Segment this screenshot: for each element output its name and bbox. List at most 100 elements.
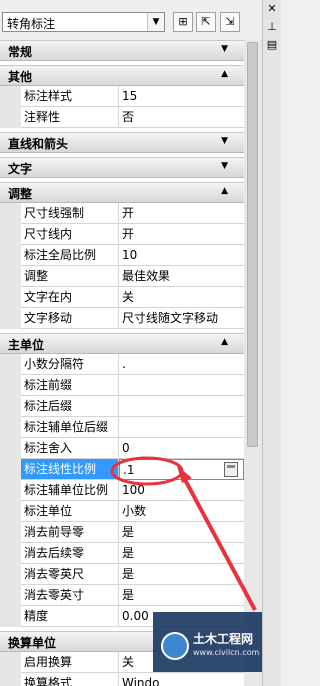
property-value[interactable]: 最佳效果 — [119, 266, 244, 287]
property-value-text: .1 — [123, 463, 135, 477]
property-value-text: 是 — [122, 588, 135, 602]
property-value-input[interactable]: .1 — [119, 459, 244, 480]
pin-icon[interactable]: ⊥ — [265, 20, 279, 34]
property-row[interactable]: 标注样式 15 — [0, 86, 244, 107]
property-value-text: Windo — [122, 676, 160, 686]
property-row[interactable]: 尺寸线内开 — [0, 224, 244, 245]
property-label: 启用换算 — [21, 652, 119, 673]
property-label: 标注后缀 — [21, 396, 119, 417]
property-value-text: 10 — [122, 248, 138, 262]
property-row[interactable]: 标注全局比例 10 — [0, 245, 244, 266]
property-row[interactable]: 消去零英寸是 — [0, 585, 244, 606]
expand-arrow-icon[interactable]: ▼ — [221, 136, 228, 146]
property-row[interactable]: 文字移动 尺寸线随文字移动 — [0, 308, 244, 329]
property-value[interactable]: 否 — [119, 107, 244, 128]
property-value-text: 是 — [122, 567, 135, 581]
property-value[interactable] — [119, 375, 244, 396]
property-value[interactable]: 开 — [119, 224, 244, 245]
row-indent — [0, 266, 21, 287]
row-indent — [0, 606, 21, 627]
object-type-dropdown[interactable]: 转角标注 ▼ — [2, 12, 165, 32]
property-row[interactable]: 文字在内关 — [0, 287, 244, 308]
property-label: 尺寸线内 — [21, 224, 119, 245]
property-row[interactable]: 尺寸线强制开 — [0, 203, 244, 224]
property-row[interactable]: 调整 最佳效果 — [0, 266, 244, 287]
scrollbar-thumb[interactable] — [247, 42, 258, 447]
close-x-icon[interactable]: ✕ — [265, 2, 279, 16]
expand-arrow-icon[interactable]: ▼ — [221, 161, 228, 171]
property-value[interactable]: Windo — [119, 673, 244, 686]
properties-icon[interactable]: ▤ — [265, 38, 279, 52]
property-row[interactable]: 标注单位 小数 — [0, 501, 244, 522]
property-value-text: 关 — [122, 290, 135, 304]
property-value-text: 否 — [122, 110, 135, 124]
property-label: 文字在内 — [21, 287, 119, 308]
row-indent — [0, 501, 21, 522]
property-value[interactable] — [119, 396, 244, 417]
property-value-text: 0 — [122, 441, 130, 455]
property-value-text: 是 — [122, 546, 135, 560]
section-title: 调整 — [8, 187, 33, 201]
chevron-down-icon[interactable]: ▼ — [147, 13, 164, 31]
palette-side-strip: ✕ ⊥ ▤ — [262, 0, 281, 686]
section-header[interactable]: 常规 ▼ — [0, 40, 244, 61]
property-value[interactable]: 开 — [119, 203, 244, 224]
row-indent — [0, 417, 21, 438]
section-title: 主单位 — [8, 338, 45, 352]
property-row[interactable]: 标注后缀 — [0, 396, 244, 417]
section-header[interactable]: 调整 ▲ — [0, 182, 244, 203]
row-indent — [0, 396, 21, 417]
row-indent — [0, 203, 21, 224]
property-value-text: 100 — [122, 483, 145, 497]
property-row[interactable]: 标注辅单位比例 100 — [0, 480, 244, 501]
property-row[interactable]: 消去前导零是 — [0, 522, 244, 543]
section-header[interactable]: 文字 ▼ — [0, 157, 244, 178]
properties-grid: 常规 ▼ 其他 ▲ 标注样式 15 注释性否直线和箭头 ▼ 文字 ▼ 调整 ▲ 尺寸线强制开尺寸线内开标… — [0, 40, 244, 686]
property-value[interactable]: 15 — [119, 86, 244, 107]
section-title: 其他 — [8, 70, 33, 84]
dropdown-value: 转角标注 — [7, 17, 56, 31]
property-value-text: 是 — [122, 525, 135, 539]
property-row[interactable]: 标注前缀 — [0, 375, 244, 396]
property-label: 标注辅单位后缀 — [21, 417, 119, 438]
property-row[interactable]: 标注线性比例 .1 — [0, 459, 244, 480]
property-label: 消去前导零 — [21, 522, 119, 543]
property-row[interactable]: 消去零英尺是 — [0, 564, 244, 585]
property-label: 标注前缀 — [21, 375, 119, 396]
property-row[interactable]: 消去后续零是 — [0, 543, 244, 564]
calculator-icon[interactable] — [224, 462, 238, 477]
property-value[interactable]: 是 — [119, 564, 244, 585]
collapse-arrow-icon[interactable]: ▲ — [221, 186, 228, 196]
property-row[interactable]: 注释性否 — [0, 107, 244, 128]
expand-arrow-icon[interactable]: ▼ — [221, 44, 228, 54]
property-value[interactable]: 100 — [119, 480, 244, 501]
property-value[interactable]: 0 — [119, 438, 244, 459]
property-value[interactable]: 10 — [119, 245, 244, 266]
section-header[interactable]: 其他 ▲ — [0, 65, 244, 86]
property-value[interactable]: 关 — [119, 287, 244, 308]
collapse-arrow-icon[interactable]: ▲ — [221, 69, 228, 79]
row-indent — [0, 438, 21, 459]
property-value[interactable]: 小数 — [119, 501, 244, 522]
property-value-text: 开 — [122, 227, 135, 241]
property-row[interactable]: 换算格式 Windo — [0, 673, 244, 686]
property-value[interactable]: . — [119, 354, 244, 375]
property-label: 精度 — [21, 606, 119, 627]
property-row[interactable]: 小数分隔符. — [0, 354, 244, 375]
property-value[interactable]: 是 — [119, 522, 244, 543]
collapse-arrow-icon[interactable]: ▲ — [221, 337, 228, 347]
property-value[interactable]: 尺寸线随文字移动 — [119, 308, 244, 329]
property-value[interactable] — [119, 417, 244, 438]
section-header[interactable]: 直线和箭头 ▼ — [0, 132, 244, 153]
section-header[interactable]: 主单位 ▲ — [0, 333, 244, 354]
row-indent — [0, 673, 21, 686]
property-value[interactable]: 是 — [119, 585, 244, 606]
vertical-scrollbar[interactable] — [244, 40, 262, 686]
property-row[interactable]: 标注辅单位后缀 — [0, 417, 244, 438]
property-value[interactable]: 是 — [119, 543, 244, 564]
quick-select-icon[interactable]: ⇱ — [196, 12, 216, 32]
add-to-selection-icon[interactable]: ⊞ — [173, 12, 193, 32]
property-row[interactable]: 标注舍入 0 — [0, 438, 244, 459]
row-indent — [0, 543, 21, 564]
select-objects-icon[interactable]: ⇲ — [220, 12, 240, 32]
